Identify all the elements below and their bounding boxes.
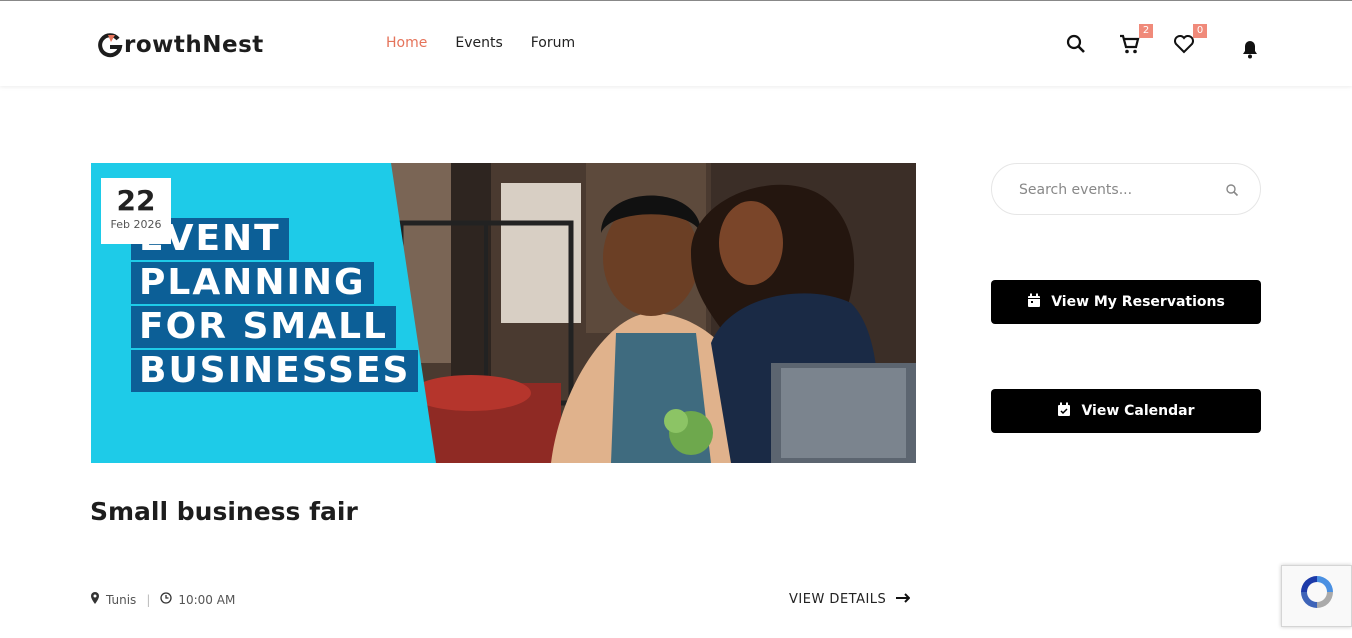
bell-icon[interactable] bbox=[1238, 36, 1262, 60]
view-reservations-label: View My Reservations bbox=[1051, 294, 1225, 310]
nav-forum[interactable]: Forum bbox=[531, 35, 575, 51]
calendar-check-icon bbox=[1057, 402, 1071, 421]
event-time: 10:00 AM bbox=[178, 592, 236, 607]
view-details-label: VIEW DETAILS bbox=[789, 592, 887, 607]
event-location: Tunis bbox=[106, 592, 137, 607]
event-banner-image[interactable]: 22 Feb 2026 EVENT PLANNING FOR SMALL BUS… bbox=[91, 163, 916, 463]
banner-line: BUSINESSES bbox=[131, 350, 419, 392]
meta-divider: | bbox=[146, 592, 151, 607]
logo-text: rowthNest bbox=[124, 32, 264, 58]
logo[interactable]: rowthNest bbox=[97, 32, 264, 58]
logo-g-icon bbox=[97, 32, 123, 58]
view-reservations-button[interactable]: View My Reservations bbox=[991, 280, 1261, 324]
banner-line: FOR SMALL bbox=[131, 306, 396, 348]
banner-line: PLANNING bbox=[131, 262, 374, 304]
search-icon[interactable] bbox=[1064, 32, 1088, 56]
search-icon[interactable] bbox=[1225, 182, 1239, 201]
event-search-input[interactable] bbox=[1019, 179, 1219, 201]
recaptcha-badge[interactable] bbox=[1281, 565, 1352, 627]
site-header: rowthNest Home Events Forum 2 0 bbox=[0, 0, 1352, 86]
event-search-box bbox=[991, 163, 1261, 215]
calendar-icon bbox=[1027, 293, 1041, 312]
arrow-right-icon bbox=[896, 592, 911, 607]
view-calendar-label: View Calendar bbox=[1081, 403, 1195, 419]
banner-headline: EVENT PLANNING FOR SMALL BUSINESSES bbox=[131, 218, 419, 394]
main-nav: Home Events Forum bbox=[386, 35, 575, 51]
event-date-month: Feb 2026 bbox=[110, 218, 162, 231]
event-meta: Tunis | 10:00 AM bbox=[90, 592, 235, 607]
event-date-badge: 22 Feb 2026 bbox=[101, 178, 171, 244]
location-pin-icon bbox=[90, 592, 100, 607]
wishlist-count-badge: 0 bbox=[1193, 24, 1207, 38]
event-title[interactable]: Small business fair bbox=[90, 497, 358, 526]
heart-icon[interactable]: 0 bbox=[1172, 24, 1207, 56]
cart-count-badge: 2 bbox=[1139, 24, 1153, 38]
nav-home[interactable]: Home bbox=[386, 35, 427, 51]
view-details-link[interactable]: VIEW DETAILS bbox=[789, 592, 911, 607]
cart-icon[interactable]: 2 bbox=[1118, 24, 1153, 56]
clock-icon bbox=[160, 592, 173, 607]
recaptcha-icon bbox=[1301, 576, 1333, 608]
view-calendar-button[interactable]: View Calendar bbox=[991, 389, 1261, 433]
nav-events[interactable]: Events bbox=[455, 35, 502, 51]
event-date-day: 22 bbox=[116, 184, 156, 217]
